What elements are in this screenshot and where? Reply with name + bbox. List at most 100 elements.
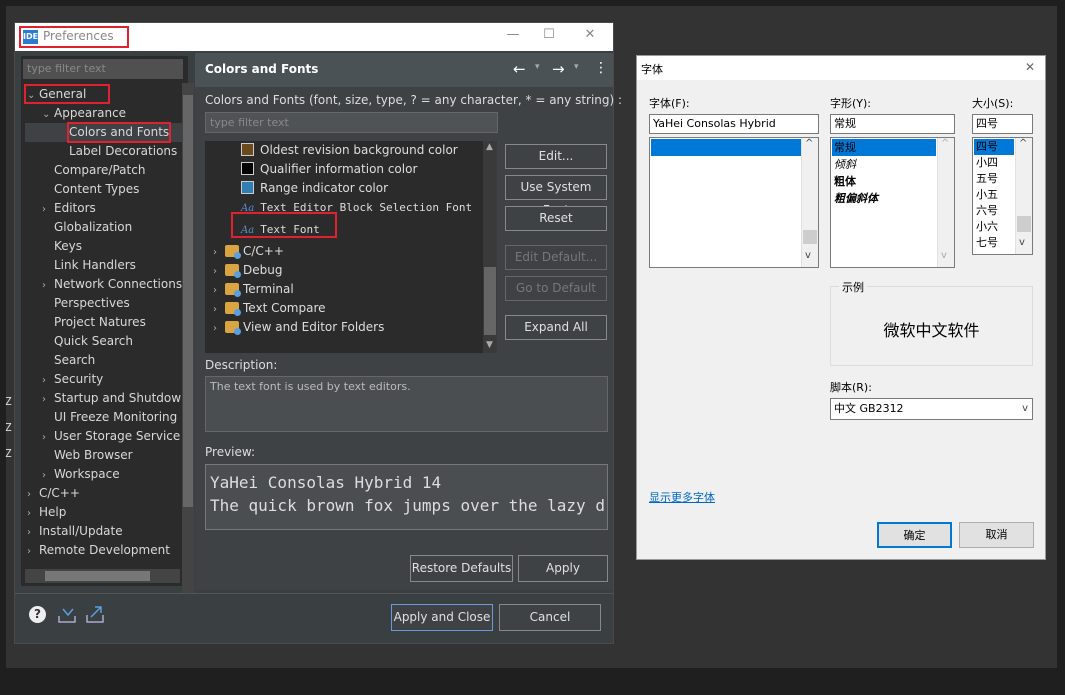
tree-item[interactable]: › Network Connections	[25, 275, 182, 294]
tree-horizontal-thumb[interactable]	[45, 571, 150, 581]
minimize-button[interactable]: —	[493, 27, 533, 42]
back-arrow-icon[interactable]: ←	[513, 60, 526, 78]
chevron-right-icon[interactable]: ›	[42, 428, 54, 446]
tree-item[interactable]: Quick Search	[25, 332, 182, 351]
size-list-item[interactable]: 七号	[974, 235, 1014, 251]
scroll-up-icon[interactable]: ^	[805, 138, 813, 149]
tree-item[interactable]: › Workspace	[25, 465, 182, 484]
tree-item[interactable]: › Startup and Shutdown	[25, 389, 182, 408]
chevron-right-icon[interactable]: ›	[42, 466, 54, 484]
tree-item[interactable]: Search	[25, 351, 182, 370]
cancel-font-button[interactable]: 取消	[959, 522, 1034, 548]
size-list-item[interactable]: 小六	[974, 219, 1014, 235]
list-item[interactable]: Qualifier information color	[211, 160, 483, 179]
size-list-scroll-thumb[interactable]	[1017, 216, 1031, 232]
apply-button[interactable]: Apply	[518, 555, 608, 582]
tree-item[interactable]: Content Types	[25, 180, 182, 199]
tree-item[interactable]: Keys	[25, 237, 182, 256]
maximize-button[interactable]: ☐	[529, 27, 569, 42]
font-style-list[interactable]: 常规 倾斜 粗体 粗偏斜体 ^ v	[830, 137, 955, 268]
tree-item[interactable]: Perspectives	[25, 294, 182, 313]
chevron-down-icon[interactable]: ⌄	[42, 105, 54, 123]
export-icon[interactable]	[85, 604, 107, 624]
edit-default-button[interactable]: Edit Default...	[505, 245, 607, 270]
scroll-down-icon[interactable]: v	[941, 250, 947, 261]
list-filter-input[interactable]: type filter text	[205, 112, 498, 133]
cancel-button[interactable]: Cancel	[499, 604, 601, 631]
list-item[interactable]: › Terminal	[211, 280, 483, 299]
tree-item[interactable]: Web Browser	[25, 446, 182, 465]
style-list-item[interactable]: 倾斜	[832, 156, 936, 173]
tree-item[interactable]: Project Natures	[25, 313, 182, 332]
tree-item[interactable]: Label Decorations	[25, 142, 182, 161]
size-list-item[interactable]: 四号	[974, 139, 1014, 155]
tree-item[interactable]: UI Freeze Monitoring	[25, 408, 182, 427]
list-item[interactable]: Oldest revision background color	[211, 141, 483, 160]
forward-dropdown-icon[interactable]: ▾	[574, 62, 579, 72]
font-size-input[interactable]: 四号	[972, 114, 1033, 134]
tree-item[interactable]: › Remote Development	[25, 541, 182, 560]
list-item[interactable]: › C/C++	[211, 242, 483, 261]
chevron-right-icon[interactable]: ›	[27, 485, 39, 503]
tree-item[interactable]: › User Storage Service	[25, 427, 182, 446]
scroll-up-icon[interactable]: ^	[941, 138, 949, 149]
style-list-scrollbar[interactable]: ^ v	[937, 138, 954, 267]
view-menu-icon[interactable]: ⋮	[594, 60, 608, 76]
list-item[interactable]: › View and Editor Folders	[211, 318, 483, 337]
scroll-up-icon[interactable]: ▲	[486, 142, 493, 152]
chevron-right-icon[interactable]: ›	[213, 319, 225, 338]
list-item[interactable]: › Debug	[211, 261, 483, 280]
tree-item[interactable]: Globalization	[25, 218, 182, 237]
tree-item[interactable]: ⌄ Appearance	[25, 104, 182, 123]
font-name-selected-item[interactable]	[651, 139, 801, 156]
size-list-scrollbar[interactable]: ^ v	[1015, 138, 1032, 254]
help-icon[interactable]: ?	[29, 606, 46, 623]
font-dialog-close-button[interactable]: ✕	[1025, 60, 1035, 74]
apply-and-close-button[interactable]: Apply and Close	[391, 604, 493, 631]
chevron-right-icon[interactable]: ›	[27, 542, 39, 560]
size-list-item[interactable]: 五号	[974, 171, 1014, 187]
use-system-font-button[interactable]: Use System Font	[505, 175, 607, 217]
tree-item[interactable]: › Help	[25, 503, 182, 522]
size-list-item[interactable]: 小五	[974, 187, 1014, 203]
chevron-right-icon[interactable]: ›	[213, 300, 225, 319]
tree-filter-input[interactable]: type filter text	[23, 59, 183, 79]
tree-item[interactable]: Link Handlers	[25, 256, 182, 275]
expand-all-button[interactable]: Expand All	[505, 315, 607, 340]
chevron-right-icon[interactable]: ›	[27, 504, 39, 522]
font-size-list[interactable]: 四号 小四 五号 小五 六号 小六 七号 ^ v	[972, 137, 1033, 255]
style-list-item[interactable]: 常规	[832, 139, 936, 156]
chevron-right-icon[interactable]: ›	[42, 200, 54, 218]
scroll-down-icon[interactable]: ▼	[486, 340, 493, 350]
chevron-right-icon[interactable]: ›	[42, 390, 54, 408]
tree-item[interactable]: › Security	[25, 370, 182, 389]
size-list-item[interactable]: 六号	[974, 203, 1014, 219]
back-dropdown-icon[interactable]: ▾	[535, 62, 540, 72]
list-item[interactable]: Range indicator color	[211, 179, 483, 198]
scroll-down-icon[interactable]: v	[1019, 237, 1025, 248]
ok-button[interactable]: 确定	[877, 522, 952, 548]
tree-item[interactable]: › Editors	[25, 199, 182, 218]
chevron-right-icon[interactable]: ›	[213, 262, 225, 281]
font-name-input[interactable]: YaHei Consolas Hybrid	[649, 114, 819, 134]
tree-item[interactable]: › Install/Update	[25, 522, 182, 541]
script-select[interactable]: 中文 GB2312 v	[830, 398, 1033, 420]
style-list-item[interactable]: 粗体	[832, 173, 936, 190]
chevron-right-icon[interactable]: ›	[213, 281, 225, 300]
scroll-down-icon[interactable]: v	[805, 250, 811, 261]
size-list-item[interactable]: 小四	[974, 155, 1014, 171]
font-list-scroll-thumb[interactable]	[803, 230, 817, 244]
edit-button[interactable]: Edit...	[505, 144, 607, 169]
style-list-item[interactable]: 粗偏斜体	[832, 190, 936, 207]
close-button[interactable]: ✕	[570, 27, 610, 42]
list-item[interactable]: › Text Compare	[211, 299, 483, 318]
reset-button[interactable]: Reset	[505, 206, 607, 231]
forward-arrow-icon[interactable]: →	[552, 60, 565, 78]
restore-defaults-button[interactable]: Restore Defaults	[410, 555, 513, 582]
list-scroll-thumb[interactable]	[484, 267, 496, 335]
scroll-up-icon[interactable]: ^	[1019, 138, 1027, 149]
chevron-right-icon[interactable]: ›	[42, 371, 54, 389]
tree-item[interactable]: Compare/Patch	[25, 161, 182, 180]
chevron-right-icon[interactable]: ›	[213, 243, 225, 262]
font-style-input[interactable]: 常规	[830, 114, 955, 134]
